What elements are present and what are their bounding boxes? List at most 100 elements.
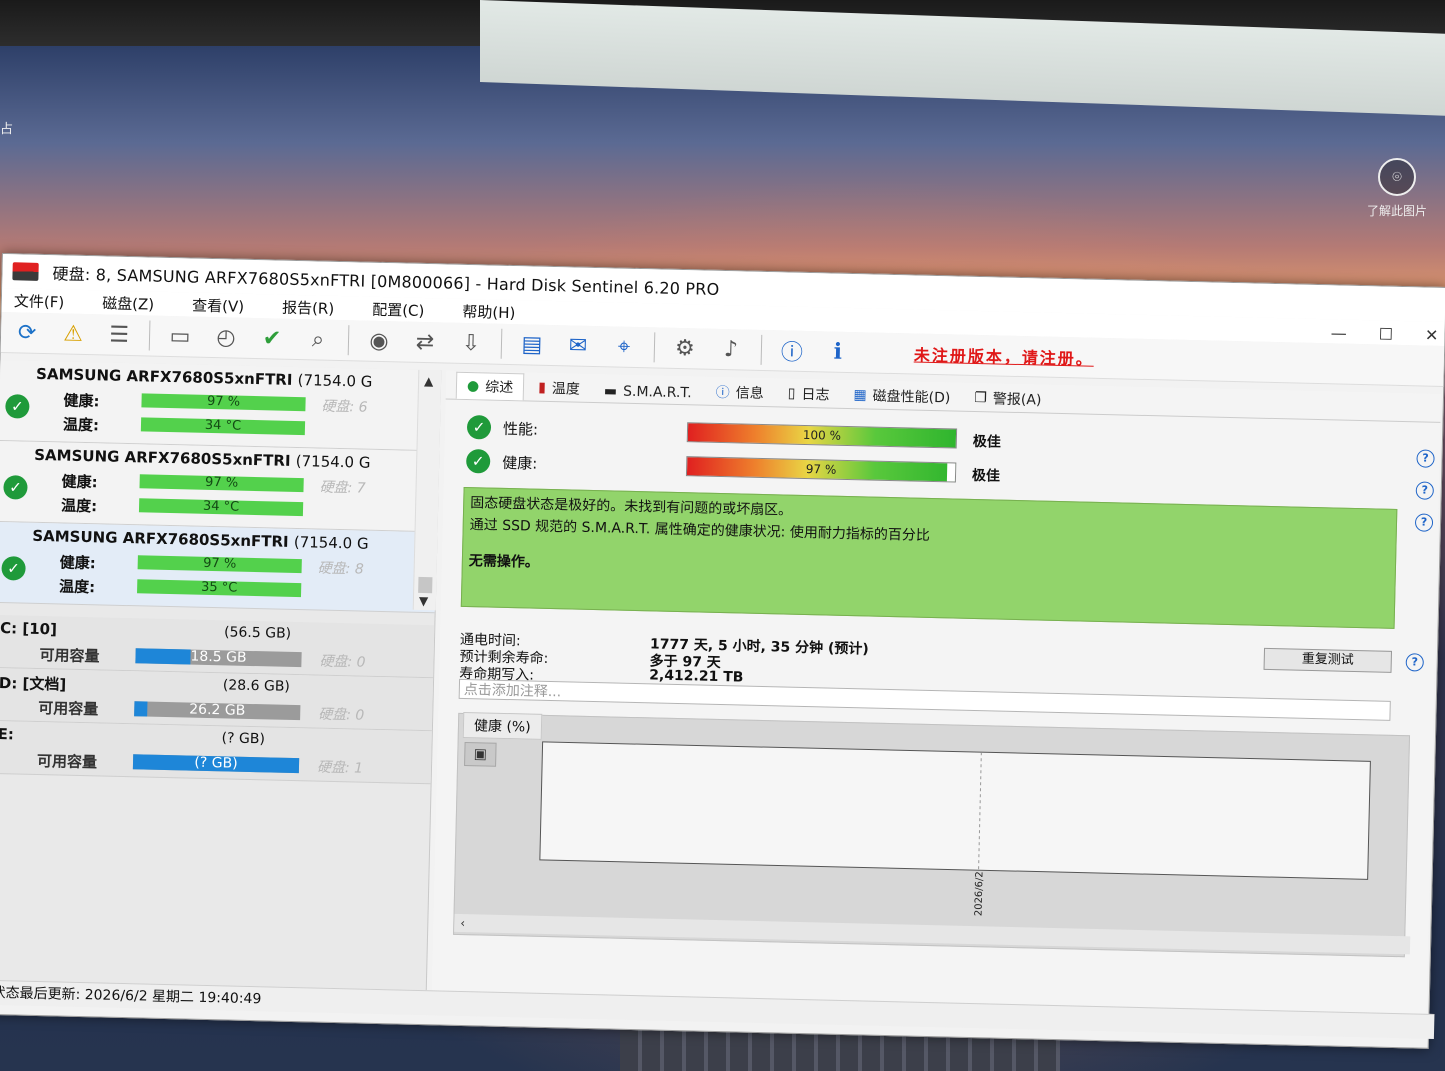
temperature-bar: 35 °C xyxy=(137,579,302,598)
health-bar: 97 % xyxy=(139,474,304,493)
temperature-label: 温度: xyxy=(58,577,96,597)
tab-log[interactable]: ▯ 日志 xyxy=(777,380,839,407)
health-label: 健康: xyxy=(63,391,100,411)
network-icon[interactable]: ⌖ xyxy=(604,330,645,363)
hdd-icon[interactable]: ◉ xyxy=(359,324,400,357)
tab-label: 综述 xyxy=(484,379,514,397)
free-space-label: 可用容量 xyxy=(36,751,98,772)
tab-label: 警报(A) xyxy=(992,391,1042,409)
report-icon[interactable]: ▤ xyxy=(512,328,553,361)
disk-card-selected[interactable]: SAMSUNG ARFX7680S5xnFTRI (7154.0 G ✓ 健康:… xyxy=(0,521,437,614)
settings-icon[interactable]: ⚙ xyxy=(665,332,706,365)
menu-disk[interactable]: 磁盘(Z) xyxy=(98,292,158,314)
health-ok-icon: ✓ xyxy=(465,448,491,474)
health-bar: 97 % xyxy=(137,555,302,574)
help-icon[interactable]: ? xyxy=(1414,513,1434,532)
disk-check-icon[interactable]: ✔ xyxy=(252,322,293,355)
tab-temperature[interactable]: ▮ 温度 xyxy=(528,374,590,401)
disk-number: 硬盘: 0 xyxy=(318,706,365,724)
tab-smart[interactable]: ▬ S.M.A.R.T. xyxy=(594,380,702,405)
disk-card[interactable]: SAMSUNG ARFX7680S5xnFTRI (7154.0 G ✓ 健康:… xyxy=(0,440,439,533)
toolbar-separator xyxy=(653,332,656,363)
performance-value: 100 % xyxy=(802,427,842,443)
chevron-down-icon[interactable]: ▼ xyxy=(419,594,429,608)
disk-number: 硬盘: 8 xyxy=(317,560,364,578)
tab-label: 信息 xyxy=(735,385,764,402)
health-value: 97 % xyxy=(805,462,837,477)
maximize-button[interactable]: ☐ xyxy=(1379,324,1394,343)
check-icon: ● xyxy=(466,377,480,395)
volume-card[interactable]: E: (? GB) 可用容量 (? GB) 硬盘: 1 xyxy=(0,720,432,785)
free-space-bar: 26.2 GB xyxy=(134,701,301,721)
disk-list-scrollbar[interactable]: ▲ ▼ xyxy=(412,369,442,611)
document-icon: ▯ xyxy=(787,385,796,402)
refresh-icon[interactable]: ⟳ xyxy=(7,316,48,349)
health-label: 健康: xyxy=(501,453,538,473)
volume-size: (28.6 GB) xyxy=(222,677,291,695)
disk-list-panel: SAMSUNG ARFX7680S5xnFTRI (7154.0 G ✓ 健康:… xyxy=(0,359,442,991)
status-label: 状态最后更新: xyxy=(0,984,81,1004)
desktop-edge-text: 占 xyxy=(0,122,14,137)
menu-config[interactable]: 配置(C) xyxy=(368,298,429,320)
note-input[interactable]: 点击添加注释... xyxy=(458,678,1391,721)
email-icon[interactable]: ✉ xyxy=(558,329,599,362)
disk-search-icon[interactable]: ⌕ xyxy=(298,323,339,356)
scrollbar-thumb[interactable] xyxy=(418,576,433,594)
free-space-label: 可用容量 xyxy=(38,698,99,719)
health-label: 健康: xyxy=(61,472,98,492)
list-icon[interactable]: ☰ xyxy=(99,318,140,351)
health-bar: 97 % xyxy=(141,393,306,412)
info-icon[interactable]: ℹ xyxy=(818,335,859,368)
tab-alerts[interactable]: ❐ 警报(A) xyxy=(964,385,1052,413)
sound-icon[interactable]: ♪ xyxy=(711,333,752,366)
menu-report[interactable]: 报告(R) xyxy=(278,296,339,318)
close-button[interactable]: ✕ xyxy=(1425,326,1439,345)
tab-info[interactable]: ⓘ 信息 xyxy=(705,379,774,407)
disk-icon[interactable]: ▭ xyxy=(160,320,201,353)
minimize-button[interactable]: — xyxy=(1331,323,1347,342)
temperature-bar: 34 °C xyxy=(140,417,306,436)
disk-name: SAMSUNG ARFX7680S5xnFTRI (7154.0 G xyxy=(32,526,369,553)
disk-export-icon[interactable]: ⇩ xyxy=(451,327,492,360)
copy-icon: ❐ xyxy=(974,389,988,407)
summary-action: 无需操作。 xyxy=(468,553,540,571)
menu-file[interactable]: 文件(F) xyxy=(10,290,69,312)
help-icon[interactable]: ? xyxy=(1416,449,1435,468)
health-chart: 97972026/6/2 xyxy=(539,713,1372,916)
retest-button[interactable]: 重复测试 xyxy=(1263,647,1393,673)
performance-ok-icon: ✓ xyxy=(466,415,492,440)
free-space-value: 26.2 GB xyxy=(189,701,246,719)
learn-about-picture[interactable]: ⌾ 了解此图片 xyxy=(1360,158,1434,219)
toolbar-separator xyxy=(347,325,350,356)
disk-transfer-icon[interactable]: ⇄ xyxy=(405,326,446,359)
app-window: 硬盘: 8, SAMSUNG ARFX7680S5xnFTRI [0M80006… xyxy=(0,253,1445,1049)
performance-gauge: 100 % xyxy=(686,422,958,449)
help-icon[interactable]: ? xyxy=(1405,653,1424,672)
tab-disk-performance[interactable]: ▦ 磁盘性能(D) xyxy=(843,382,961,411)
help-icon[interactable]: ? xyxy=(1415,481,1435,500)
free-space-label: 可用容量 xyxy=(39,645,100,666)
temperature-label: 温度: xyxy=(60,496,98,516)
refresh-warning-icon[interactable]: ⚠ xyxy=(53,317,94,350)
registration-notice[interactable]: 未注册版本，请注册。 xyxy=(914,342,1095,370)
disk-name: SAMSUNG ARFX7680S5xnFTRI (7154.0 G xyxy=(35,364,373,391)
performance-rating: 极佳 xyxy=(972,433,1001,451)
disk-number: 硬盘: 1 xyxy=(316,759,364,777)
disk-clock-icon[interactable]: ◴ xyxy=(206,321,247,354)
disk-card[interactable]: SAMSUNG ARFX7680S5xnFTRI (7154.0 G ✓ 健康:… xyxy=(0,359,441,452)
help-icon[interactable]: ⓘ xyxy=(772,334,813,367)
volume-name: E: xyxy=(0,725,15,744)
health-rating: 极佳 xyxy=(971,467,1001,485)
health-chart-panel: 健康 (%) ▣ 97972026/6/2 ‹ xyxy=(453,711,1411,958)
info-icon: ⓘ xyxy=(715,384,730,402)
menu-view[interactable]: 查看(V) xyxy=(188,294,248,316)
camera-icon: ⌾ xyxy=(1378,158,1416,196)
dash-icon: ▬ xyxy=(603,383,618,400)
tab-label: 日志 xyxy=(801,386,830,404)
status-ok-icon: ✓ xyxy=(3,475,28,500)
tab-overview[interactable]: ● 综述 xyxy=(455,371,525,401)
chevron-up-icon[interactable]: ▲ xyxy=(424,374,434,388)
plot-area xyxy=(539,741,1371,880)
menu-help[interactable]: 帮助(H) xyxy=(458,300,519,322)
status-ok-icon: ✓ xyxy=(1,556,26,581)
